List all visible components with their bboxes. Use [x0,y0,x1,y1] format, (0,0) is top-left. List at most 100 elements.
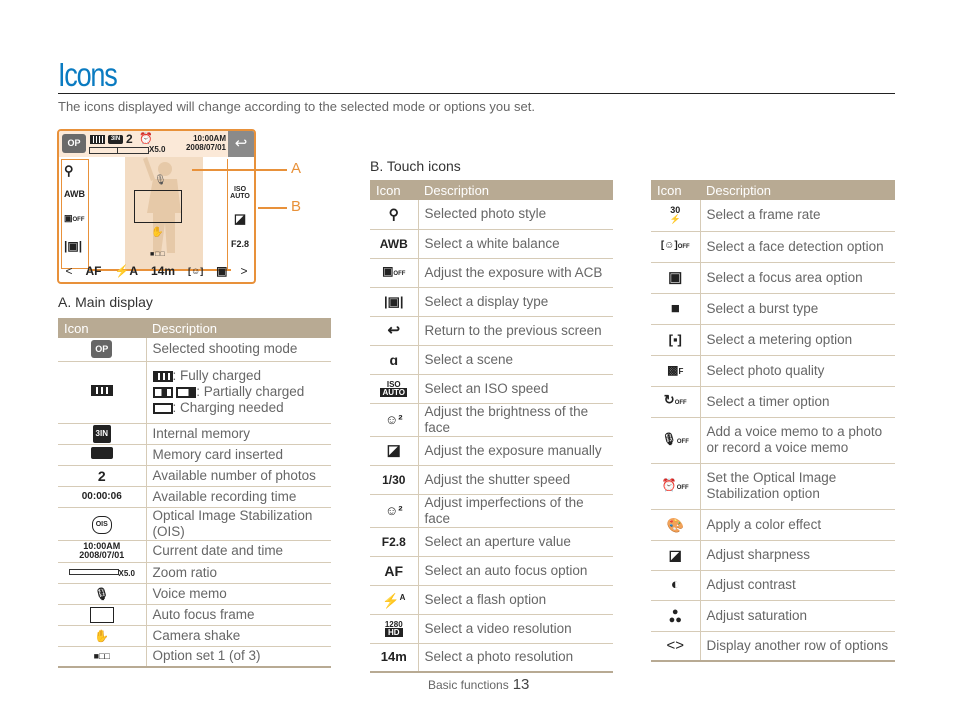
photo-style-icon[interactable]: ⚲ [64,163,74,179]
table-row: Memory card inserted [58,444,331,466]
option-set-icon: ■□□ [58,646,147,668]
table-row: OP Selected shooting mode [58,338,331,362]
resolution-icon[interactable]: 14m [151,264,175,278]
memory-icon: 3IN [108,135,123,144]
internal-memory-icon: 3IN [92,425,111,443]
table-row: 🎙OFF Add a voice memo to a photo or recor… [651,417,895,464]
focus-area-icon[interactable]: ▣ [216,264,227,278]
table-row: : Fully charged : Partially charged : Ch… [58,361,331,424]
date-time: 10:00AM 2008/07/01 [186,134,226,152]
table-row: AF Select an auto focus option [370,556,613,586]
footer-section: Basic functions [428,678,509,692]
table-row: ☺² Adjust imperfections of the face [370,494,613,528]
table-row: ● ●● Adjust saturation [651,600,895,632]
touch-icons-table-right: Icon Description 30 ⚡ Select a frame rate … [651,180,895,662]
aperture-icon: F2.8 [370,527,419,557]
table-row: |▣| Select a display type [370,287,613,317]
flash-icon[interactable]: ⚡A [114,264,138,278]
page-number: 13 [512,676,530,693]
title-rule [58,93,895,94]
saturation-icon: ● ●● [651,600,701,632]
auto-focus-icon: AF [370,556,419,586]
table-row: ◪ Adjust the exposure manually [370,436,613,466]
date-value: 2008/07/01 [185,143,226,152]
frame-rate-icon: 30 ⚡ [651,200,701,232]
chevron-right-icon[interactable]: > [240,264,247,278]
shooting-mode-icon: OP [62,134,86,153]
contrast-icon: ◐ [651,570,701,601]
battery-low-icon [176,386,197,398]
row-description: Selected shooting mode [146,338,331,362]
page-footer: Basic functions 13 [428,676,529,693]
battery-icon [90,385,113,396]
table-row: 00:00:06 Available recording time [58,486,331,508]
date-time-icon: 10:00AM 2008/07/01 [58,540,147,563]
table-row: F2.8 Select an aperture value [370,527,613,557]
exposure-icon: ◪ [370,436,419,466]
face-detect-icon[interactable]: [☺] [188,266,203,276]
face-detection-icon: [☺]OFF [651,231,701,263]
battery-descriptions: : Fully charged : Partially charged : Ch… [146,361,331,424]
voice-memo-icon: 🎙 [154,175,167,186]
table-row: AWB Select a white balance [370,229,613,259]
table-row: ■ Select a burst type [651,293,895,325]
bottom-touch-bar: < AF ⚡A 14m [☺] ▣ > [59,263,254,279]
main-display-label: A. Main display [58,294,153,310]
flash-icon: ⚡A [370,585,419,615]
table-row: ▣OFF Adjust the exposure with ACB [370,258,613,288]
table-row: ☺² Adjust the brightness of the face [370,403,613,437]
header-icon: Icon [370,180,418,200]
touch-icons-table-left: Icon Description ⚲ Selected photo style A… [370,180,613,673]
scene-icon: ɑ [370,345,419,375]
camera-shake-icon: ✋ [58,625,147,647]
table-row: [▪] Select a metering option [651,324,895,356]
battery-empty-icon [152,402,173,414]
chevron-left-icon[interactable]: < [65,264,72,278]
header-icon: Icon [651,180,700,200]
exposure-icon[interactable]: ◪ [229,211,251,227]
photo-count: 2 [126,132,133,146]
row-description: Internal memory [146,423,331,445]
callout-a-label: A [291,160,302,177]
awb-icon[interactable]: AWB [64,189,85,199]
row-description: Option set 1 (of 3) [146,646,331,668]
battery-half-icon [152,386,173,398]
focus-area-icon: ▣ [651,262,701,294]
battery-full-icon [152,370,173,382]
table-row: X5.0 Zoom ratio [58,562,331,584]
ois-icon: ⏰ [139,133,153,145]
table-row: 3IN Internal memory [58,423,331,445]
row-description: Available recording time [146,486,331,508]
time-value: 10:00AM [193,134,226,143]
display-type-icon[interactable]: |▣| [64,239,82,253]
face-brightness-icon: ☺² [370,403,419,437]
chevrons-icon: <> [651,631,701,662]
header-description: Description [700,180,895,200]
table-row: OIS Optical Image Stabilization (OIS) [58,507,331,541]
main-display-table: Icon Description OP Selected shooting mo… [58,318,331,668]
table-row: ⚲ Selected photo style [370,200,613,230]
row-description: Current date and time [146,540,331,563]
acb-icon[interactable]: ▣OFF [64,213,85,224]
photo-count-icon: 2 [58,465,147,487]
table-row: 14m Select a photo resolution [370,643,613,673]
camera-shake-icon: ✋ [151,227,164,238]
ois-icon: OIS [91,515,112,534]
callout-b-line [258,207,287,209]
row-description: Voice memo [146,583,331,605]
table-row: 10:00AM 2008/07/01 Current date and time [58,540,331,563]
callout-b-label: B [291,198,302,215]
table-row: ⏰OFF Set the Optical Image Stabilization … [651,463,895,510]
iso-icon[interactable]: ISO AUTO [229,186,251,200]
touch-icons-label: B. Touch icons [370,158,461,174]
af-frame-icon [134,190,182,223]
photo-style-icon: ⚲ [370,200,419,230]
row-description: Camera shake [146,625,331,647]
photo-quality-icon: ▩F [651,355,701,387]
memory-card-icon [90,446,113,459]
af-icon[interactable]: AF [85,264,101,278]
aperture-icon[interactable]: F2.8 [229,239,251,249]
back-icon[interactable]: ↩ [228,131,254,157]
header-description: Description [418,180,613,200]
row-description: Memory card inserted [146,444,331,466]
